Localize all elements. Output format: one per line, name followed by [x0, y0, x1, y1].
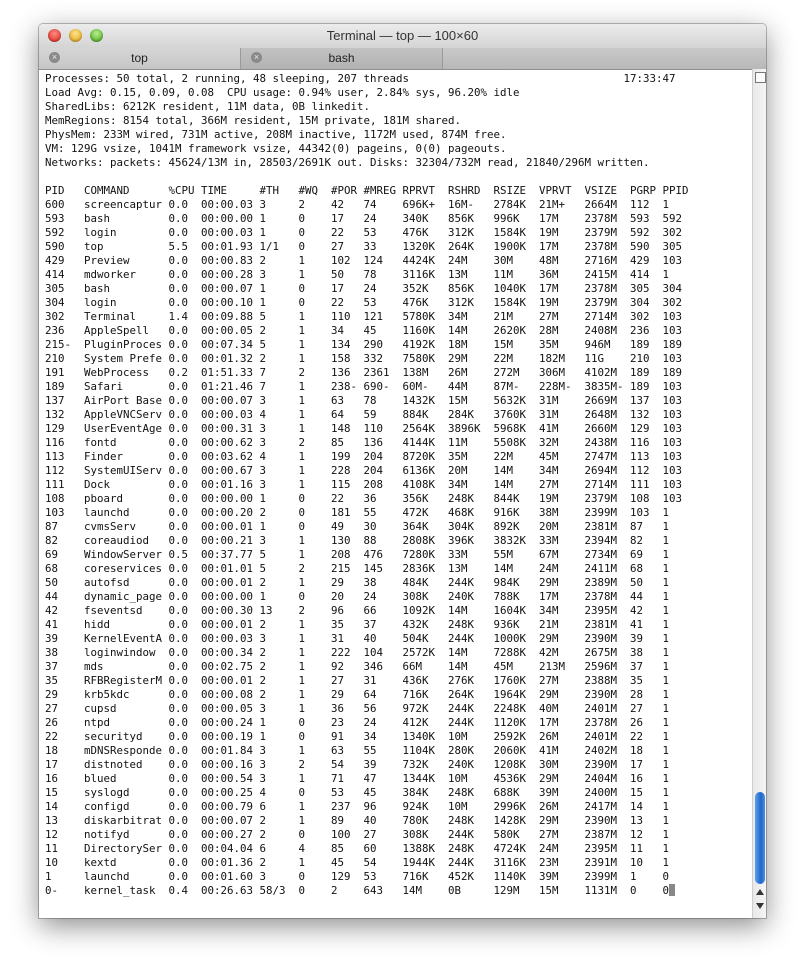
- process-row: 68 coreservices 0.0 00:01.01 5 2 215 145…: [45, 562, 670, 575]
- close-icon[interactable]: [48, 29, 61, 42]
- tab-label: top: [131, 51, 148, 65]
- terminal-window: Terminal — top — 100×60 × top × bash Pro…: [39, 24, 766, 918]
- process-row: 29 krb5kdc 0.0 00:00.08 2 1 29 64 716K 2…: [45, 688, 670, 701]
- zoom-icon[interactable]: [90, 29, 103, 42]
- process-row: 137 AirPort Base 0.0 00:00.07 3 1 63 78 …: [45, 394, 683, 407]
- process-row: 592 login 0.0 00:00.03 1 0 22 53 476K 31…: [45, 226, 683, 239]
- process-row: 27 cupsd 0.0 00:00.05 3 1 36 56 972K 244…: [45, 702, 670, 715]
- process-row: 37 mds 0.0 00:02.75 2 1 92 346 66M 14M 4…: [45, 660, 670, 673]
- process-row: 116 fontd 0.0 00:00.62 3 2 85 136 4144K …: [45, 436, 683, 449]
- tab-bash[interactable]: × bash: [241, 48, 443, 69]
- process-row: 0- kernel_task 0.4 00:26.63 58/3 0 2 643…: [45, 884, 753, 898]
- process-row: 41 hidd 0.0 00:00.01 2 1 35 37 432K 248K…: [45, 618, 670, 631]
- summary-line: SharedLibs: 6212K resident, 11M data, 0B…: [45, 100, 371, 113]
- process-row: 429 Preview 0.0 00:00.83 2 1 102 124 442…: [45, 254, 683, 267]
- terminal-output[interactable]: Processes: 50 total, 2 running, 48 sleep…: [45, 72, 753, 918]
- scrollbar-thumb[interactable]: [755, 792, 765, 884]
- process-row: 42 fseventsd 0.0 00:00.30 13 2 96 66 109…: [45, 604, 670, 617]
- process-row: 14 configd 0.0 00:00.79 6 1 237 96 924K …: [45, 800, 670, 813]
- process-row: 103 launchd 0.0 00:00.20 2 0 181 55 472K…: [45, 506, 670, 519]
- scroll-up-arrow-icon[interactable]: [756, 889, 764, 895]
- process-row: 590 top 5.5 00:01.93 1/1 0 27 33 1320K 2…: [45, 240, 683, 253]
- summary-line: MemRegions: 8154 total, 366M resident, 1…: [45, 114, 462, 127]
- process-row: 189 Safari 0.0 01:21.46 7 1 238- 690- 60…: [45, 380, 683, 393]
- process-row: 82 coreaudiod 0.0 00:00.21 3 1 130 88 28…: [45, 534, 670, 547]
- process-row: 210 System Prefe 0.0 00:01.32 2 1 158 33…: [45, 352, 683, 365]
- process-row: 112 SystemUIServ 0.0 00:00.67 3 1 228 20…: [45, 464, 683, 477]
- scroll-down-arrow-icon[interactable]: [756, 903, 764, 909]
- process-row: 50 autofsd 0.0 00:00.01 2 1 29 38 484K 2…: [45, 576, 670, 589]
- process-row: 87 cvmsServ 0.0 00:00.01 1 0 49 30 364K …: [45, 520, 670, 533]
- process-row: 15 syslogd 0.0 00:00.25 4 0 53 45 384K 2…: [45, 786, 670, 799]
- tab-bar: × top × bash: [39, 48, 766, 70]
- summary-line: Networks: packets: 45624/13M in, 28503/2…: [45, 156, 650, 169]
- summary-line: Processes: 50 total, 2 running, 48 sleep…: [45, 72, 676, 85]
- process-row: 236 AppleSpell 0.0 00:00.05 2 1 34 45 11…: [45, 324, 683, 337]
- process-row: 132 AppleVNCServ 0.0 00:00.03 4 1 64 59 …: [45, 408, 683, 421]
- process-row: 12 notifyd 0.0 00:00.27 2 0 100 27 308K …: [45, 828, 670, 841]
- x-circle-icon[interactable]: ×: [251, 52, 262, 63]
- process-row: 600 screencaptur 0.0 00:00.03 3 2 42 74 …: [45, 198, 670, 211]
- x-circle-icon[interactable]: ×: [49, 52, 60, 63]
- process-row: 10 kextd 0.0 00:01.36 2 1 45 54 1944K 24…: [45, 856, 670, 869]
- process-row: 18 mDNSResponde 0.0 00:01.84 3 1 63 55 1…: [45, 744, 670, 757]
- process-row: 39 KernelEventA 0.0 00:00.03 3 1 31 40 5…: [45, 632, 670, 645]
- process-row: 304 login 0.0 00:00.10 1 0 22 53 476K 31…: [45, 296, 683, 309]
- text-cursor: [669, 884, 676, 896]
- process-row: 414 mdworker 0.0 00:00.28 3 1 50 78 3116…: [45, 268, 670, 281]
- process-row: 593 bash 0.0 00:00.00 1 0 17 24 340K 856…: [45, 212, 683, 225]
- split-pane-icon[interactable]: [755, 72, 766, 83]
- process-row: 302 Terminal 1.4 00:09.88 5 1 110 121 57…: [45, 310, 683, 323]
- process-row: 16 blued 0.0 00:00.54 3 1 71 47 1344K 10…: [45, 772, 670, 785]
- summary-line: Load Avg: 0.15, 0.09, 0.08 CPU usage: 0.…: [45, 86, 520, 99]
- process-row: 11 DirectorySer 0.0 00:04.04 6 4 85 60 1…: [45, 842, 670, 855]
- process-row: 191 WebProcess 0.2 01:51.33 7 2 136 2361…: [45, 366, 683, 379]
- process-table-header: PID COMMAND %CPU TIME #TH #WQ #POR #MREG…: [45, 184, 689, 197]
- process-row: 13 diskarbitrat 0.0 00:00.07 2 1 89 40 7…: [45, 814, 670, 827]
- summary-line: [45, 170, 753, 184]
- process-row: 305 bash 0.0 00:00.07 1 0 17 24 352K 856…: [45, 282, 683, 295]
- process-row: 129 UserEventAge 0.0 00:00.31 3 1 148 11…: [45, 422, 683, 435]
- process-row: 1 launchd 0.0 00:01.60 3 0 129 53 716K 4…: [45, 870, 670, 883]
- process-row: 44 dynamic_page 0.0 00:00.00 1 0 20 24 3…: [45, 590, 670, 603]
- process-row: 113 Finder 0.0 00:03.62 4 1 199 204 8720…: [45, 450, 683, 463]
- process-row: 69 WindowServer 0.5 00:37.77 5 1 208 476…: [45, 548, 670, 561]
- window-title: Terminal — top — 100×60: [326, 28, 479, 43]
- process-row: 38 loginwindow 0.0 00:00.34 2 1 222 104 …: [45, 646, 670, 659]
- vertical-scrollbar[interactable]: [752, 69, 766, 918]
- tab-label: bash: [328, 51, 355, 65]
- minimize-icon[interactable]: [69, 29, 82, 42]
- tab-top[interactable]: × top: [39, 48, 241, 69]
- process-row: 111 Dock 0.0 00:01.16 3 1 115 208 4108K …: [45, 478, 683, 491]
- process-row: 215- PluginProces 0.0 00:07.34 5 1 134 2…: [45, 338, 683, 351]
- process-row: 108 pboard 0.0 00:00.00 1 0 22 36 356K 2…: [45, 492, 683, 505]
- title-bar[interactable]: Terminal — top — 100×60: [39, 24, 766, 48]
- process-row: 35 RFBRegisterM 0.0 00:00.01 2 1 27 31 4…: [45, 674, 670, 687]
- summary-line: PhysMem: 233M wired, 731M active, 208M i…: [45, 128, 507, 141]
- process-row: 17 distnoted 0.0 00:00.16 3 2 54 39 732K…: [45, 758, 670, 771]
- process-row: 26 ntpd 0.0 00:00.24 1 0 23 24 412K 244K…: [45, 716, 670, 729]
- process-row: 22 securityd 0.0 00:00.19 1 0 91 34 1340…: [45, 730, 670, 743]
- summary-line: VM: 129G vsize, 1041M framework vsize, 4…: [45, 142, 507, 155]
